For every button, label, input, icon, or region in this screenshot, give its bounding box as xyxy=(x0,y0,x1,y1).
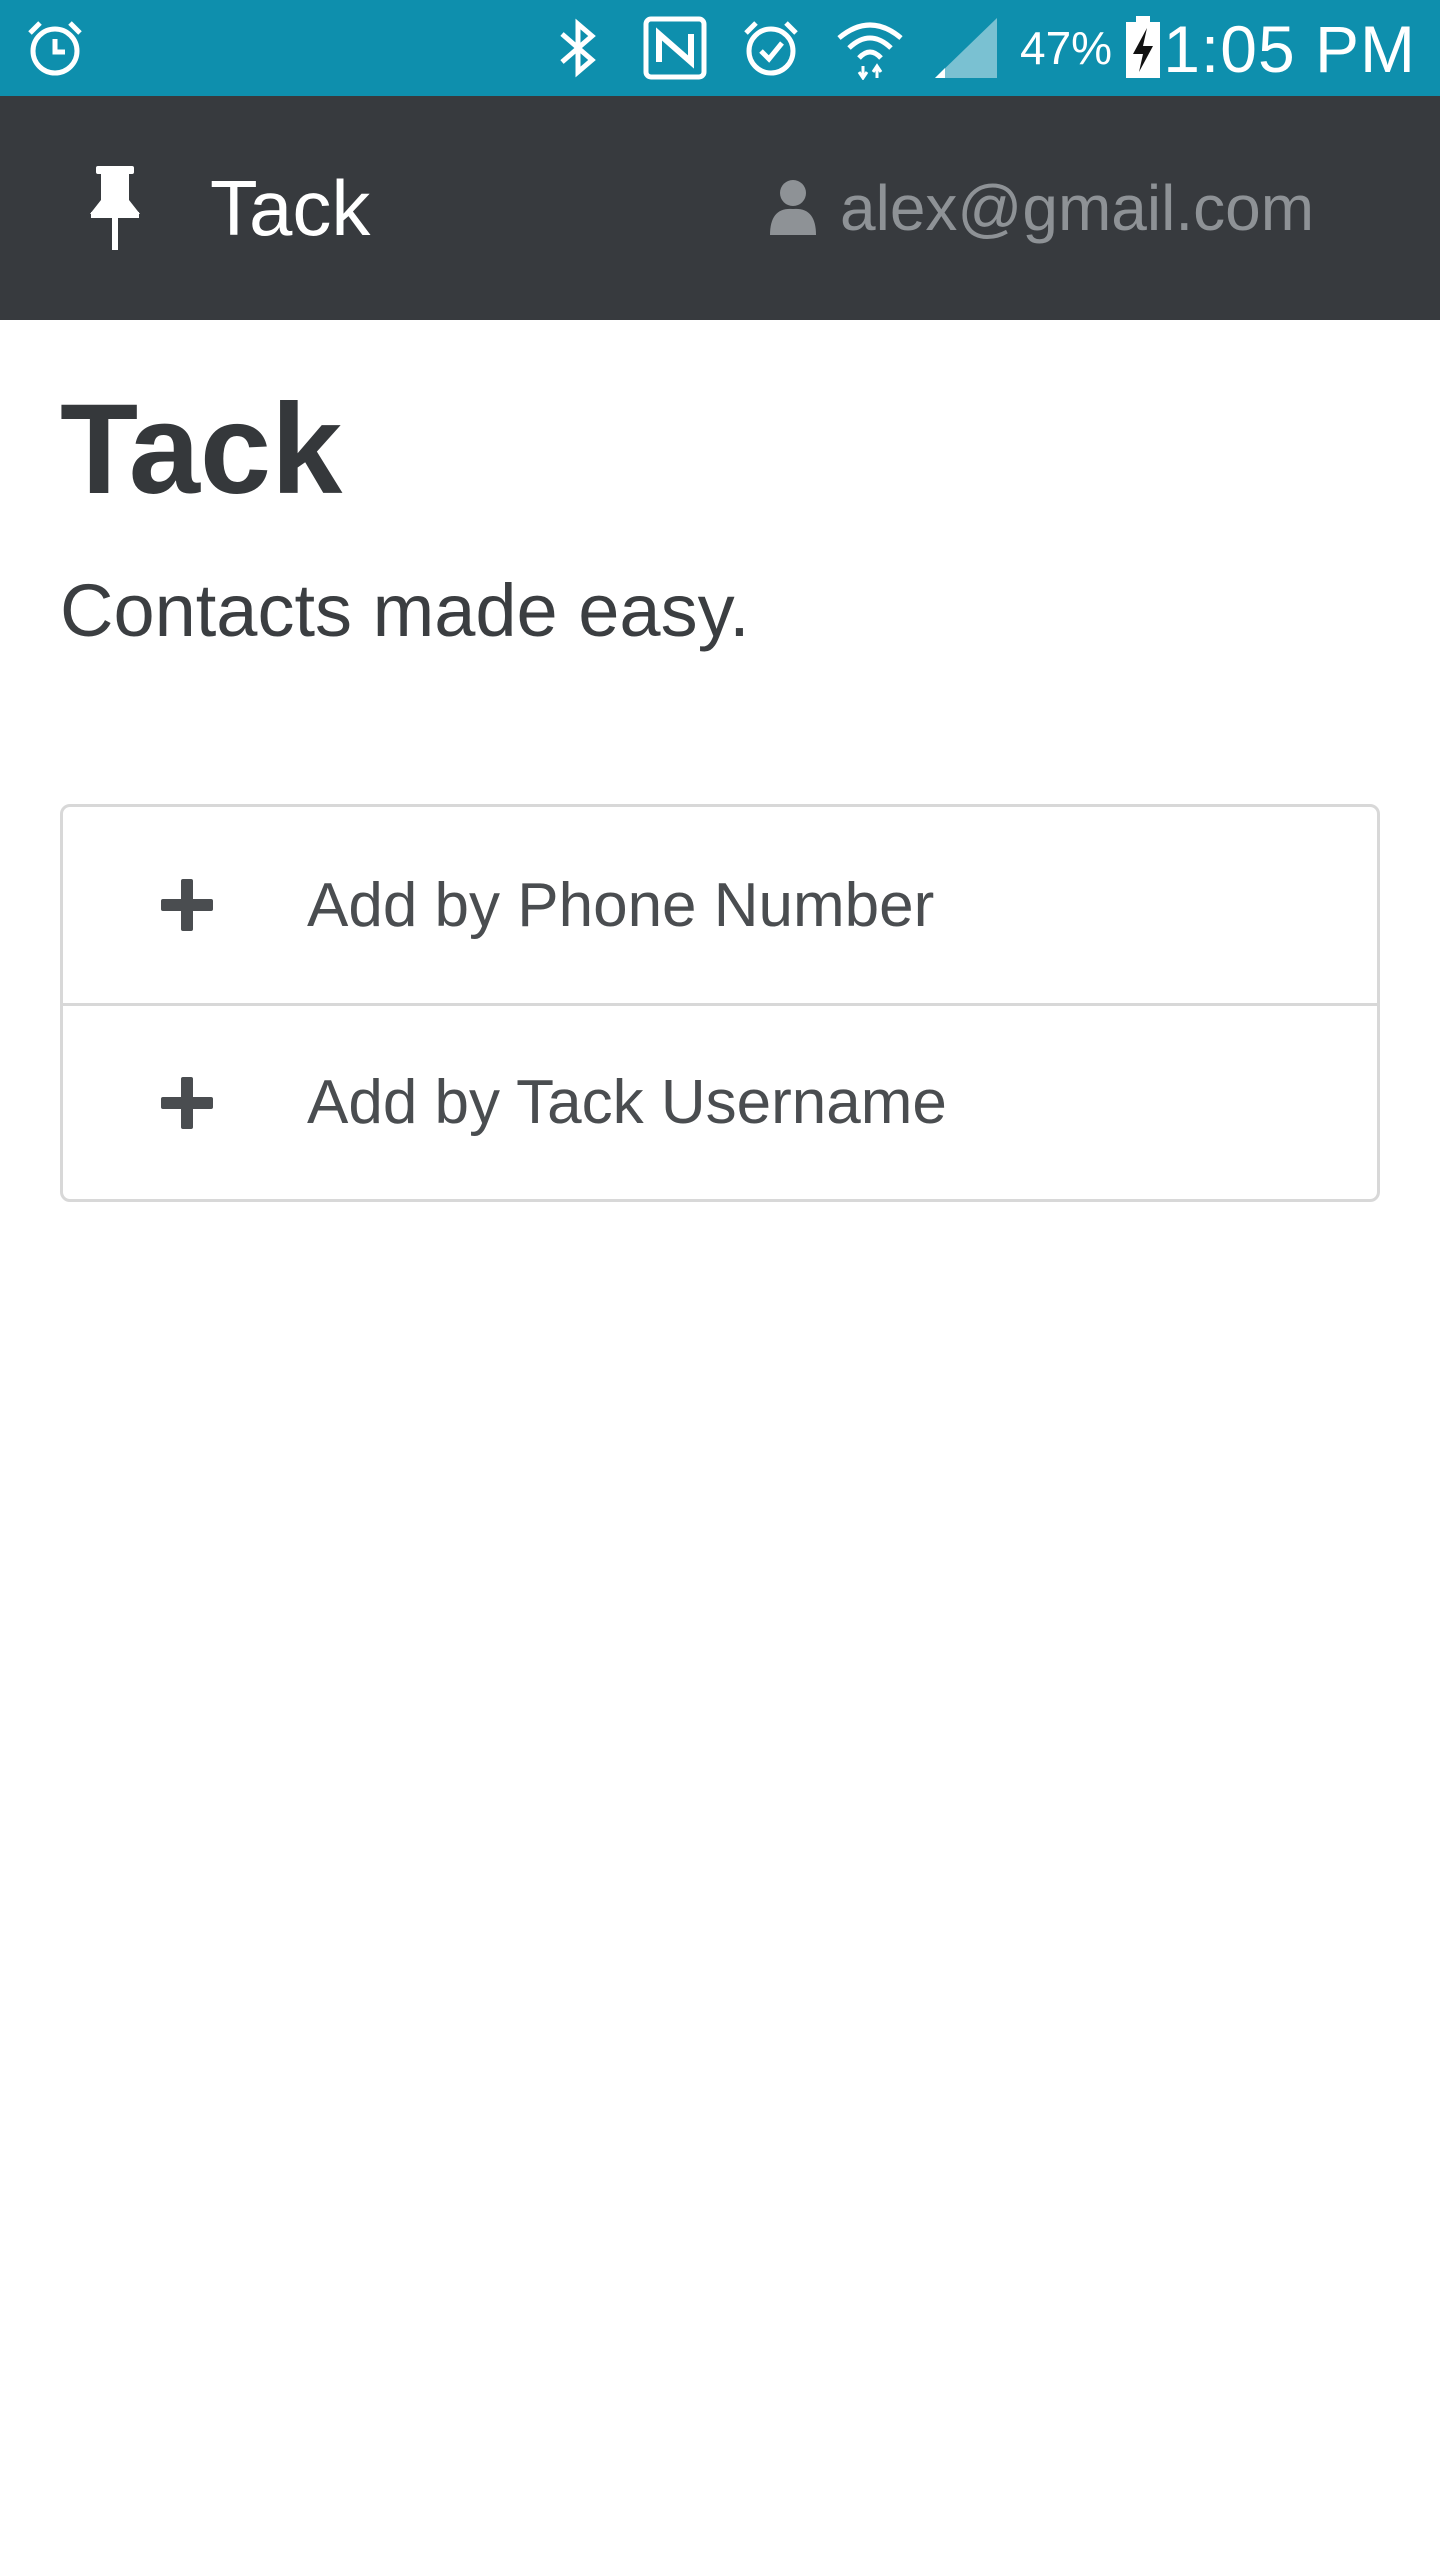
add-by-username-button[interactable]: Add by Tack Username xyxy=(63,1003,1377,1199)
status-time: 1:05 PM xyxy=(1163,12,1416,86)
tagline: Contacts made easy. xyxy=(60,569,750,652)
add-by-phone-label: Add by Phone Number xyxy=(307,870,935,940)
add-contact-list: Add by Phone Number Add by Tack Username xyxy=(60,804,1380,1202)
bluetooth-icon xyxy=(548,14,608,82)
battery-charging-icon xyxy=(1120,14,1166,82)
brand-title: Tack xyxy=(210,163,371,252)
plus-icon xyxy=(159,1075,215,1131)
user-account-link[interactable]: alex@gmail.com xyxy=(770,96,1314,320)
brand-link[interactable]: Tack xyxy=(80,96,370,320)
alarm-clock-icon xyxy=(20,14,90,82)
nfc-icon xyxy=(640,14,710,82)
alarm-check-icon xyxy=(738,14,804,82)
app-header: Tack alex@gmail.com xyxy=(0,96,1440,320)
page-title: Tack xyxy=(60,378,343,521)
battery-percent: 47% xyxy=(1020,22,1113,74)
user-icon xyxy=(770,178,818,238)
status-bar: 47% 1:05 PM xyxy=(0,0,1440,96)
plus-icon xyxy=(159,877,215,933)
pushpin-icon xyxy=(80,163,150,253)
add-by-username-label: Add by Tack Username xyxy=(307,1068,947,1137)
user-email: alex@gmail.com xyxy=(840,172,1314,244)
wifi-icon xyxy=(832,14,908,82)
cell-signal-icon xyxy=(930,14,1002,82)
add-by-phone-button[interactable]: Add by Phone Number xyxy=(63,807,1377,1003)
